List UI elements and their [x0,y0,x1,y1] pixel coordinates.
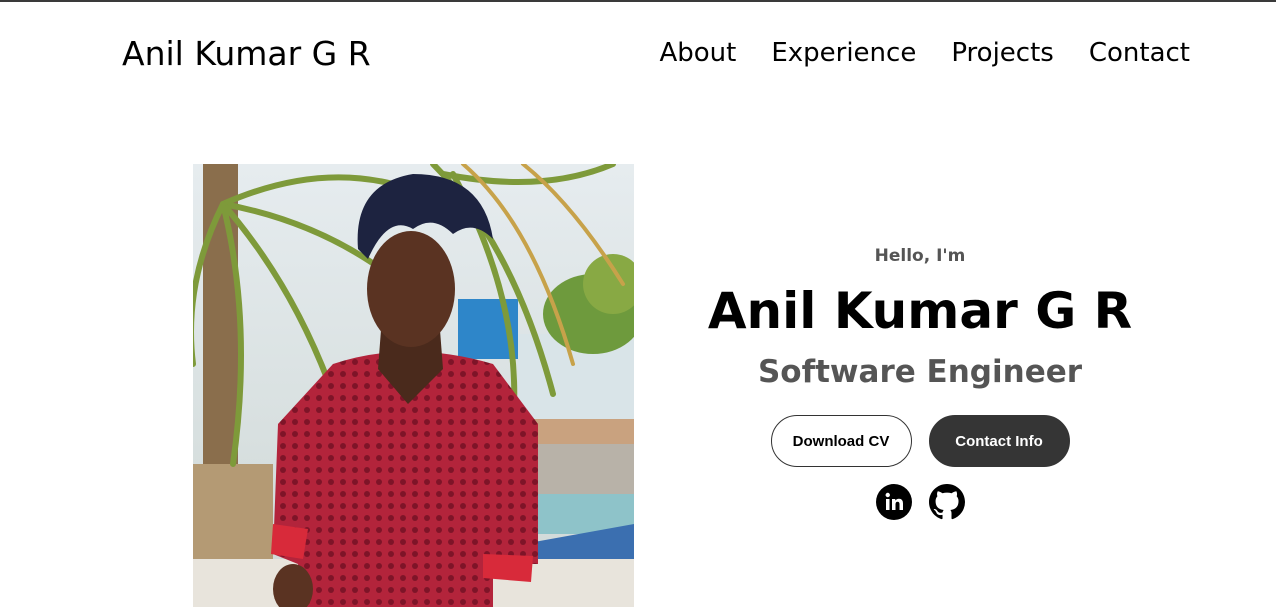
hero-section: Hello, I'm Anil Kumar G R Software Engin… [700,246,1140,520]
main-nav: About Experience Projects Contact [659,38,1190,68]
top-border [0,0,1276,2]
nav-experience[interactable]: Experience [771,38,916,68]
profile-photo [193,164,634,607]
nav-contact[interactable]: Contact [1089,38,1190,68]
github-icon[interactable] [928,484,965,520]
site-logo[interactable]: Anil Kumar G R [122,34,371,73]
hero-buttons: Download CV Contact Info [700,415,1140,467]
contact-info-button[interactable]: Contact Info [928,415,1070,467]
social-links [700,484,1140,520]
nav-projects[interactable]: Projects [951,38,1054,68]
hero-name: Anil Kumar G R [707,282,1133,340]
nav-about[interactable]: About [659,38,736,68]
hero-title: Software Engineer [757,354,1083,390]
download-cv-button[interactable]: Download CV [770,415,912,467]
hero-greeting: Hello, I'm [874,246,966,266]
linkedin-icon[interactable] [875,484,912,520]
